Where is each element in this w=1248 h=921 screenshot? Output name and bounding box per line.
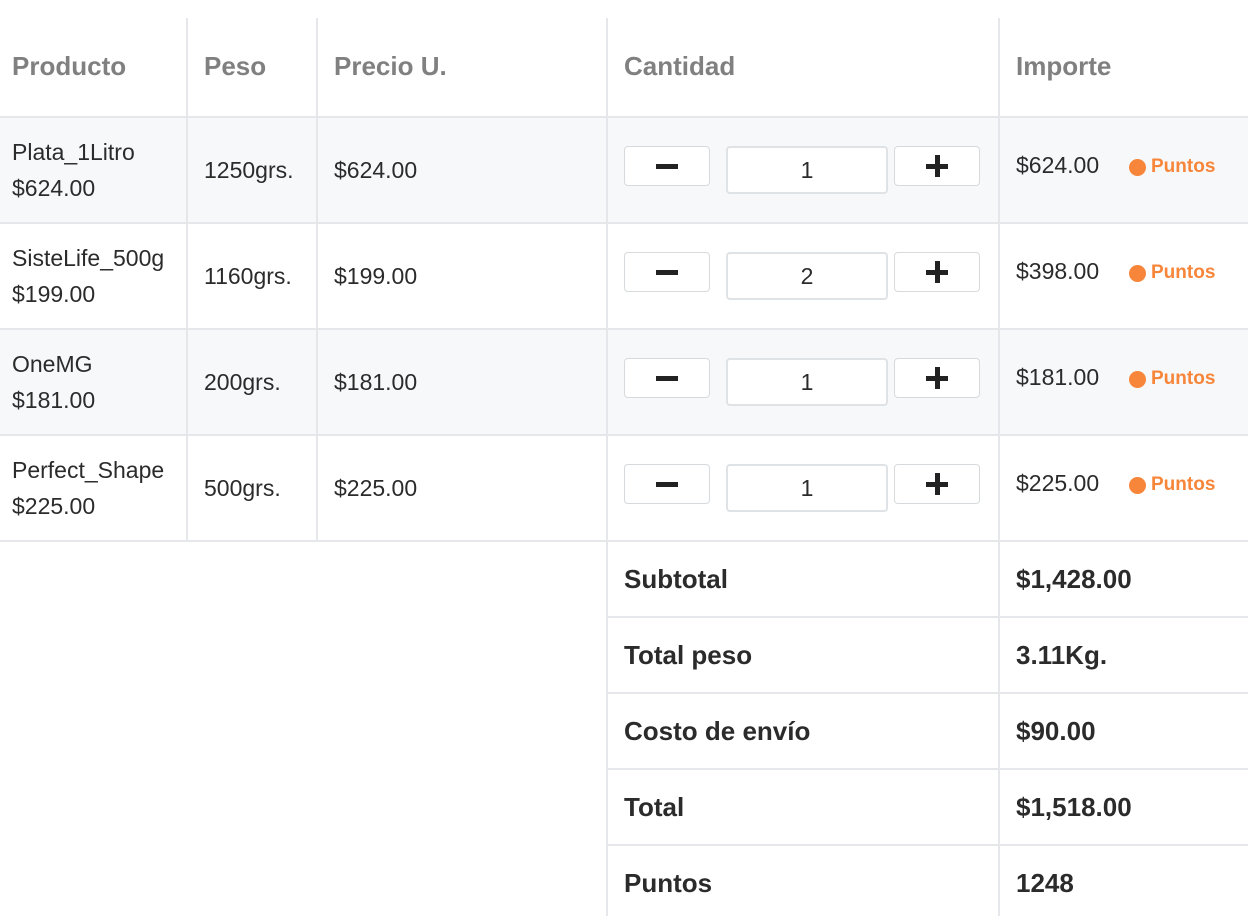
summary-envio-label: Costo de envío <box>624 715 811 746</box>
increment-button[interactable] <box>894 252 980 292</box>
puntos-badge: Puntos <box>1129 368 1215 390</box>
importe-cell: $398.00 <box>1016 257 1100 284</box>
product-name: Perfect_Shape <box>12 457 165 483</box>
minus-icon <box>656 163 678 169</box>
importe-cell: $181.00 <box>1016 363 1100 390</box>
increment-button[interactable] <box>894 464 980 504</box>
peso-cell: 1250grs. <box>204 156 294 183</box>
divider <box>606 768 1248 770</box>
increment-button[interactable] <box>894 146 980 186</box>
minus-icon <box>656 481 678 487</box>
puntos-badge: Puntos <box>1129 474 1215 496</box>
product-cell: OneMG $181.00 <box>12 330 95 434</box>
divider <box>606 616 1248 618</box>
summary-total-value: $1,518.00 <box>1016 791 1132 822</box>
plus-icon <box>926 261 948 283</box>
decrement-button[interactable] <box>624 464 710 504</box>
divider <box>606 692 1248 694</box>
dot-icon <box>1129 370 1146 388</box>
summary-puntos-label: Puntos <box>624 867 713 898</box>
header-importe: Importe <box>1016 51 1112 81</box>
column-divider <box>316 18 318 541</box>
quantity-input[interactable] <box>726 146 888 194</box>
quantity-input[interactable] <box>726 358 888 406</box>
importe-cell: $624.00 <box>1016 151 1100 178</box>
peso-cell: 500grs. <box>204 474 281 501</box>
column-divider <box>606 18 608 916</box>
increment-button[interactable] <box>894 358 980 398</box>
precio-cell: $199.00 <box>334 262 418 289</box>
decrement-button[interactable] <box>624 358 710 398</box>
product-cell: SisteLife_500g $199.00 <box>12 224 164 328</box>
puntos-badge-label: Puntos <box>1151 156 1216 177</box>
column-divider <box>998 18 1000 916</box>
puntos-badge: Puntos <box>1129 156 1215 178</box>
plus-icon <box>926 367 948 389</box>
summary-puntos-value: 1248 <box>1016 867 1074 898</box>
quantity-input[interactable] <box>726 252 888 300</box>
quantity-input[interactable] <box>726 464 888 512</box>
header-precio: Precio U. <box>334 51 447 81</box>
product-name: SisteLife_500g <box>12 245 165 271</box>
decrement-button[interactable] <box>624 252 710 292</box>
plus-icon <box>926 155 948 177</box>
puntos-badge: Puntos <box>1129 262 1215 284</box>
precio-cell: $181.00 <box>334 368 418 395</box>
product-price: $199.00 <box>12 281 96 307</box>
product-price: $624.00 <box>12 175 96 201</box>
dot-icon <box>1129 264 1146 282</box>
dot-icon <box>1129 476 1146 494</box>
summary-subtotal-label: Subtotal <box>624 563 728 594</box>
summary-peso-value: 3.11Kg. <box>1016 639 1108 670</box>
summary-total-label: Total <box>624 791 685 822</box>
plus-icon <box>926 473 948 495</box>
puntos-badge-label: Puntos <box>1151 474 1216 495</box>
summary-subtotal-value: $1,428.00 <box>1016 563 1132 594</box>
header-cantidad: Cantidad <box>624 51 736 81</box>
importe-cell: $225.00 <box>1016 469 1100 496</box>
product-name: Plata_1Litro <box>12 139 135 165</box>
product-name: OneMG <box>12 351 93 377</box>
decrement-button[interactable] <box>624 146 710 186</box>
product-price: $181.00 <box>12 387 96 413</box>
minus-icon <box>656 375 678 381</box>
product-cell: Plata_1Litro $624.00 <box>12 118 135 222</box>
puntos-badge-label: Puntos <box>1151 368 1216 389</box>
peso-cell: 1160grs. <box>204 262 292 289</box>
header-producto: Producto <box>12 51 127 81</box>
product-price: $225.00 <box>12 493 96 519</box>
dot-icon <box>1129 158 1146 176</box>
summary-envio-value: $90.00 <box>1016 715 1096 746</box>
summary-peso-label: Total peso <box>624 639 753 670</box>
header-peso: Peso <box>204 51 267 81</box>
precio-cell: $225.00 <box>334 474 418 501</box>
product-cell: Perfect_Shape $225.00 <box>12 436 164 540</box>
puntos-badge-label: Puntos <box>1151 262 1216 283</box>
peso-cell: 200grs. <box>204 368 281 395</box>
precio-cell: $624.00 <box>334 156 418 183</box>
minus-icon <box>656 269 678 275</box>
divider <box>606 844 1248 846</box>
column-divider <box>186 18 188 541</box>
